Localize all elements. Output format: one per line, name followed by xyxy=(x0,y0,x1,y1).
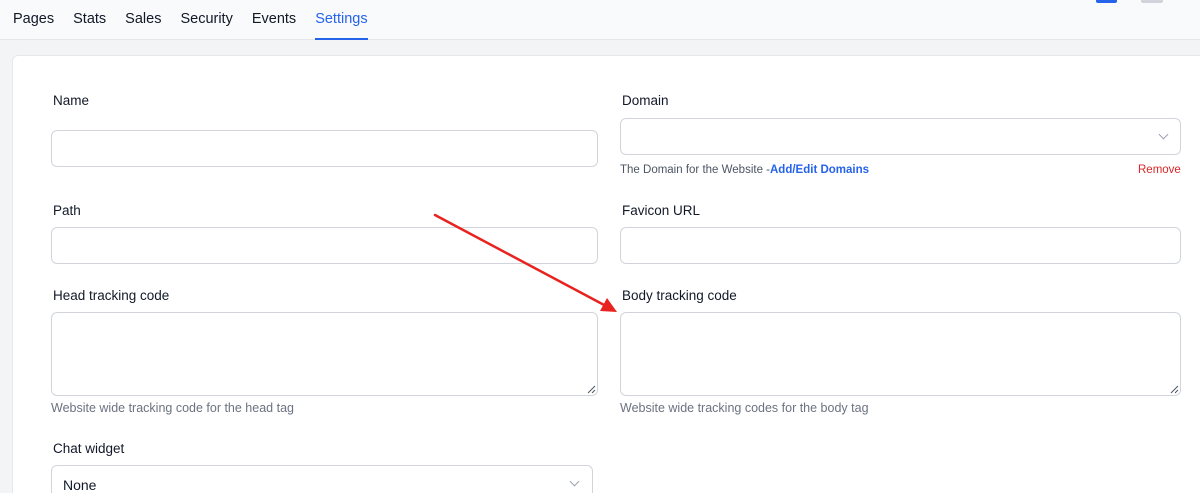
chevron-down-icon xyxy=(1158,129,1169,140)
primary-action-button[interactable] xyxy=(1096,0,1117,3)
resize-handle-icon[interactable] xyxy=(1170,385,1179,394)
head-tracking-help: Website wide tracking code for the head … xyxy=(51,401,294,415)
secondary-action-button[interactable] xyxy=(1141,0,1163,3)
body-tracking-label: Body tracking code xyxy=(622,288,737,303)
chat-widget-select[interactable]: None xyxy=(51,465,593,493)
chevron-down-icon xyxy=(569,476,580,487)
body-tracking-textarea[interactable] xyxy=(620,312,1181,396)
body-tracking-help: Website wide tracking codes for the body… xyxy=(620,401,869,415)
chat-widget-value: None xyxy=(63,477,97,493)
tab-events[interactable]: Events xyxy=(252,0,296,40)
head-tracking-textarea[interactable] xyxy=(51,312,598,396)
tab-sales[interactable]: Sales xyxy=(125,0,161,40)
favicon-url-label: Favicon URL xyxy=(622,203,701,218)
tab-security[interactable]: Security xyxy=(180,0,232,40)
domain-label: Domain xyxy=(622,93,669,108)
domain-select[interactable] xyxy=(620,118,1181,155)
name-label: Name xyxy=(53,93,90,108)
resize-handle-icon[interactable] xyxy=(587,385,596,394)
path-label: Path xyxy=(53,203,81,218)
path-input[interactable] xyxy=(51,227,598,264)
tab-pages[interactable]: Pages xyxy=(13,0,54,40)
head-tracking-label: Head tracking code xyxy=(53,288,170,303)
favicon-url-input[interactable] xyxy=(620,227,1181,264)
tab-settings[interactable]: Settings xyxy=(315,0,368,40)
add-edit-domains-link[interactable]: Add/Edit Domains xyxy=(770,164,869,176)
domain-help-text: The Domain for the Website - xyxy=(620,164,770,176)
tab-list: Pages Stats Sales Security Events Settin… xyxy=(13,0,387,40)
name-input[interactable] xyxy=(51,130,598,167)
remove-domain-button[interactable]: Remove xyxy=(1138,164,1181,176)
domain-help: The Domain for the Website -Add/Edit Dom… xyxy=(620,164,869,176)
tab-stats[interactable]: Stats xyxy=(73,0,106,40)
top-nav-bar: Pages Stats Sales Security Events Settin… xyxy=(0,0,1200,40)
chat-widget-label: Chat widget xyxy=(53,441,125,456)
